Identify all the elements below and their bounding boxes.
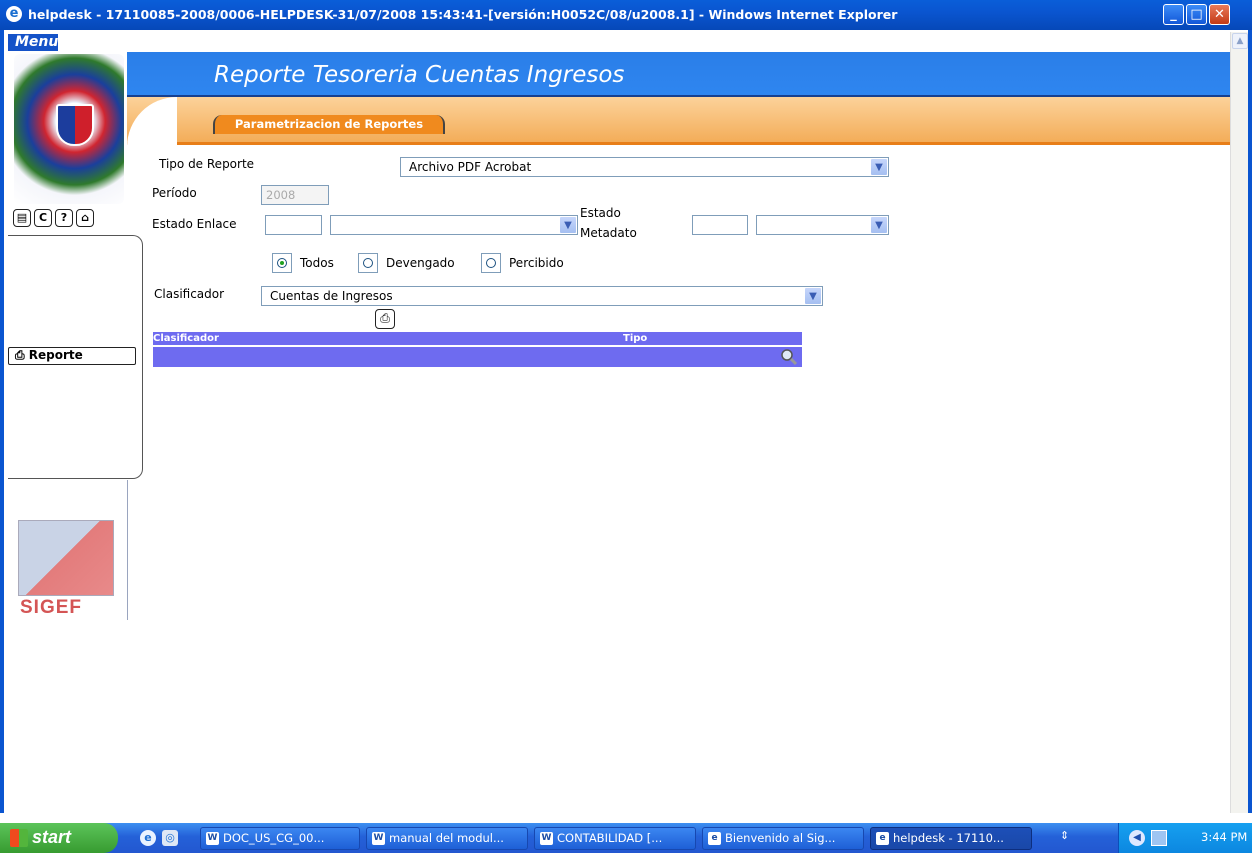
printer-icon: ⎙ xyxy=(15,348,25,362)
radio-devengado-label[interactable]: Devengado xyxy=(386,256,455,270)
internet-explorer-icon: e xyxy=(876,832,889,845)
clock: 3:44 PM xyxy=(1201,830,1248,844)
sidebar-icon-row: ▤ C ? ⌂ xyxy=(13,209,129,229)
system-tray: ◀ 3:44 PM xyxy=(1118,823,1252,853)
window-frame-right xyxy=(1248,30,1252,813)
radio-todos[interactable] xyxy=(272,253,292,273)
estado-metadato-select[interactable]: ▼ xyxy=(756,215,889,235)
help-icon[interactable]: ? xyxy=(55,209,73,227)
scroll-up-arrow-icon[interactable]: ▲ xyxy=(1232,33,1248,49)
desktop-quicklaunch-icon[interactable]: ◎ xyxy=(162,830,178,846)
home-icon[interactable]: ⌂ xyxy=(76,209,94,227)
internet-explorer-icon: e xyxy=(6,6,22,22)
start-button[interactable]: start xyxy=(0,823,118,853)
table-header: Clasificador Tipo xyxy=(153,332,802,346)
radio-percibido-dot xyxy=(486,258,496,268)
taskbar-item-label: Bienvenido al Sig... xyxy=(725,831,836,845)
estado-enlace-code-input[interactable] xyxy=(265,215,322,235)
sigef-logo-text: SIGEF xyxy=(20,597,83,618)
periodo-input[interactable]: 2008 xyxy=(261,185,329,205)
clasificador-label: Clasificador xyxy=(154,287,225,301)
report-button[interactable]: ⎙ Reporte xyxy=(8,347,136,365)
document-icon[interactable]: ▤ xyxy=(13,209,31,227)
search-icon[interactable] xyxy=(780,348,798,366)
taskbar-item-manual[interactable]: Wmanual del modul... xyxy=(366,827,528,850)
table-row xyxy=(153,347,802,367)
taskbar-item-helpdesk[interactable]: e helpdesk - 17110... xyxy=(870,827,1032,850)
window-title: helpdesk - 17110085-2008/0006-HELPDESK-3… xyxy=(28,7,898,22)
tray-arrow-icon[interactable]: ◀ xyxy=(1129,830,1145,846)
radio-devengado-dot xyxy=(363,258,373,268)
coat-of-arms-logo xyxy=(14,54,124,204)
taskbar-item-label: DOC_US_CG_00... xyxy=(223,831,325,845)
page-title: Reporte Tesoreria Cuentas Ingresos xyxy=(214,62,625,88)
estado-metadato-code-input[interactable] xyxy=(692,215,748,235)
menu-button[interactable]: Menu xyxy=(8,34,58,51)
chevron-down-icon[interactable]: ▼ xyxy=(870,216,888,234)
internet-explorer-icon: e xyxy=(708,832,721,845)
minimize-button[interactable]: _ xyxy=(1163,4,1184,25)
tipo-reporte-select[interactable]: Archivo PDF Acrobat ▼ xyxy=(400,157,889,177)
estado-metadato-label-line2: Metadato xyxy=(580,226,637,240)
estado-metadato-label-line1: Estado xyxy=(580,206,621,220)
taskbar-expand-icon[interactable]: ⇕ xyxy=(1060,829,1069,842)
sigef-logo-mark xyxy=(18,520,114,596)
chevron-down-icon[interactable]: ▼ xyxy=(870,158,888,176)
network-icon[interactable] xyxy=(1151,830,1167,846)
radio-todos-dot xyxy=(277,258,287,268)
taskbar-item-label: helpdesk - 17110... xyxy=(893,831,1004,845)
radio-todos-label[interactable]: Todos xyxy=(300,256,334,270)
report-button-label: Reporte xyxy=(28,348,83,362)
taskbar-item-label: manual del modul... xyxy=(389,831,504,845)
estado-enlace-select[interactable]: ▼ xyxy=(330,215,578,235)
estado-enlace-label: Estado Enlace xyxy=(152,217,237,231)
taskbar-item-label: CONTABILIDAD [... xyxy=(557,831,663,845)
refresh-icon[interactable]: C xyxy=(34,209,52,227)
chevron-down-icon[interactable]: ▼ xyxy=(804,287,822,305)
radio-percibido-label[interactable]: Percibido xyxy=(509,256,564,270)
windows-logo-icon xyxy=(10,829,28,847)
periodo-label: Período xyxy=(152,186,197,200)
clasificador-value: Cuentas de Ingresos xyxy=(270,289,393,303)
tipo-reporte-value: Archivo PDF Acrobat xyxy=(409,160,532,174)
sigef-logo: SIGEF xyxy=(18,520,116,620)
shield-icon xyxy=(56,104,94,146)
radio-devengado[interactable] xyxy=(358,253,378,273)
window-title-bar[interactable]: e helpdesk - 17110085-2008/0006-HELPDESK… xyxy=(0,0,1252,30)
start-label: start xyxy=(32,827,72,847)
maximize-button[interactable]: □ xyxy=(1186,4,1207,25)
print-icon[interactable]: ⎙ xyxy=(375,309,395,329)
close-button[interactable]: ✕ xyxy=(1209,4,1230,25)
taskbar: start e ◎ W DOC_US_CG_00... Wmanual del m… xyxy=(0,823,1252,853)
tipo-reporte-label: Tipo de Reporte xyxy=(159,157,255,171)
radio-percibido[interactable] xyxy=(481,253,501,273)
word-icon: W xyxy=(372,832,385,845)
vertical-scrollbar[interactable]: ▲ xyxy=(1230,32,1248,813)
word-icon: W xyxy=(540,832,553,845)
taskbar-item-doc[interactable]: W DOC_US_CG_00... xyxy=(200,827,360,850)
chevron-down-icon[interactable]: ▼ xyxy=(559,216,577,234)
window-frame-left xyxy=(0,30,4,813)
word-icon: W xyxy=(206,832,219,845)
taskbar-item-contabilidad[interactable]: W CONTABILIDAD [... xyxy=(534,827,696,850)
clasificador-select[interactable]: Cuentas de Ingresos ▼ xyxy=(261,286,823,306)
taskbar-item-bienvenido[interactable]: e Bienvenido al Sig... xyxy=(702,827,864,850)
column-clasificador: Clasificador xyxy=(153,333,219,344)
ie-quicklaunch-icon[interactable]: e xyxy=(140,830,156,846)
column-tipo: Tipo xyxy=(623,333,648,344)
tab-parametrizacion[interactable]: Parametrizacion de Reportes xyxy=(213,115,445,134)
